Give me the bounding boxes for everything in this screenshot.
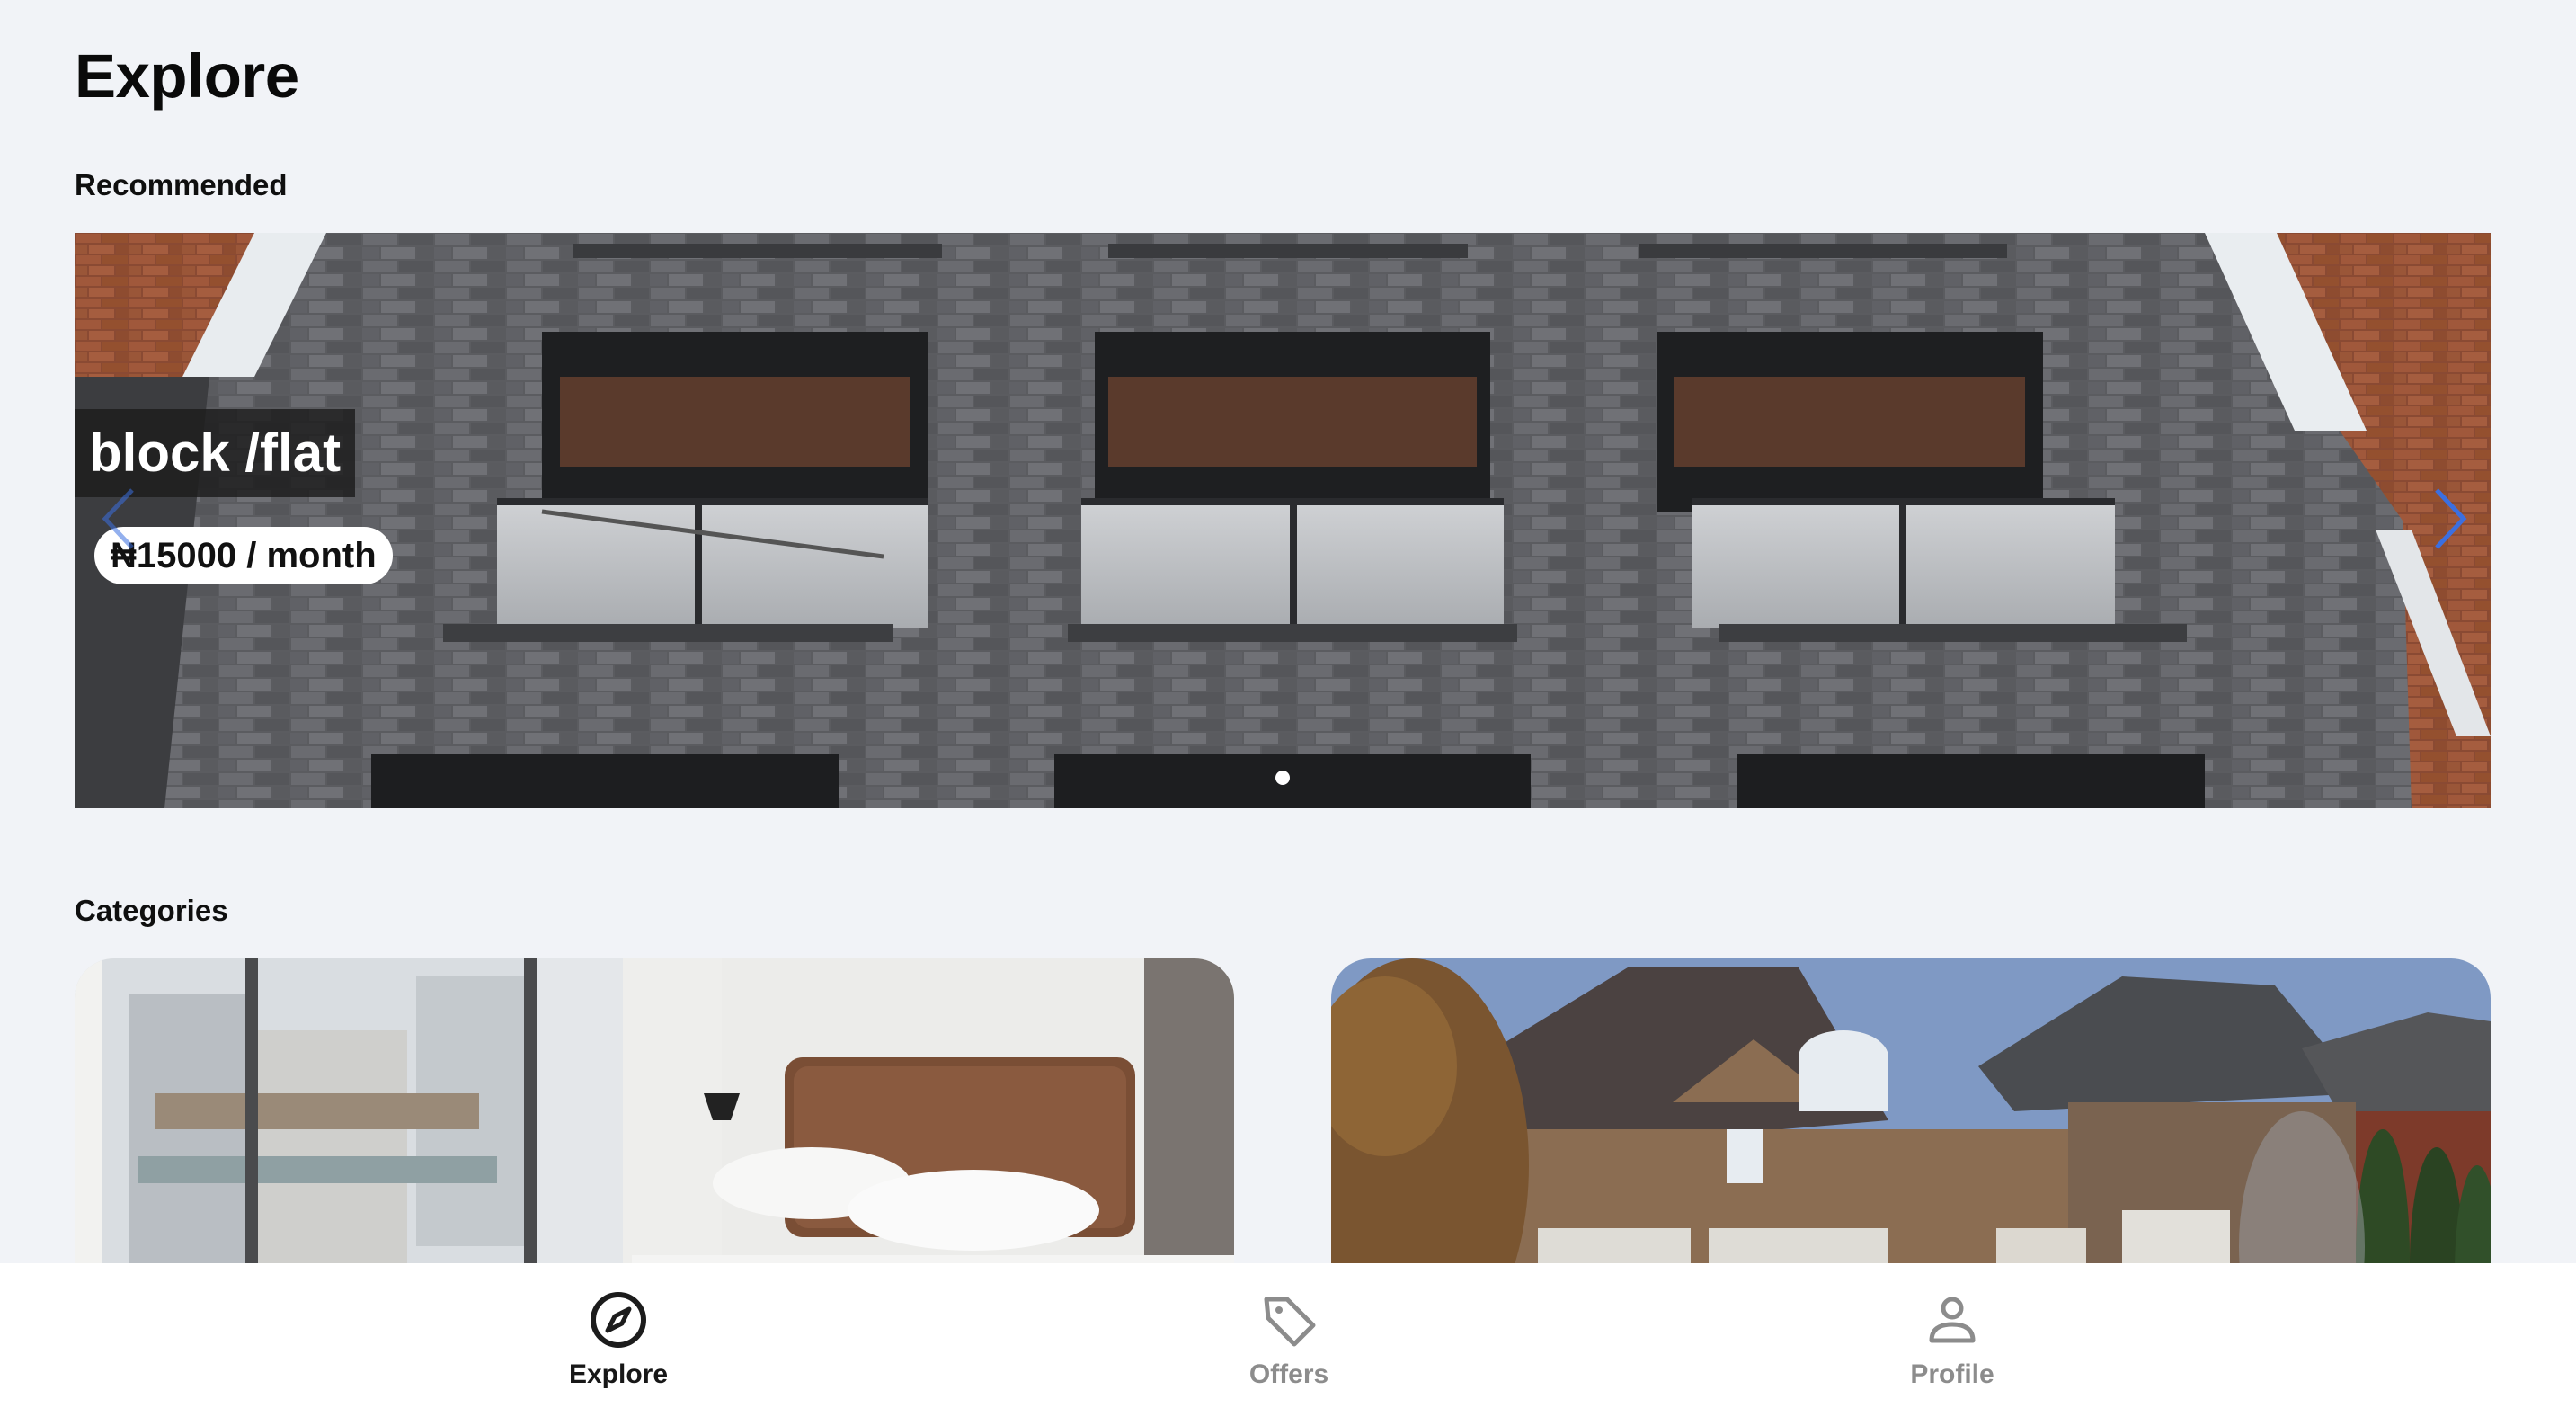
compass-icon: [591, 1292, 646, 1348]
carousel-next-button[interactable]: [2422, 474, 2476, 564]
listing-photo-brick-building[interactable]: [75, 233, 2491, 808]
carousel-pagination: [75, 771, 2491, 785]
recommended-carousel[interactable]: block /flat ₦15000 / month: [75, 233, 2491, 808]
tag-icon: [1264, 1297, 1316, 1347]
nav-item-explore[interactable]: Explore: [475, 1263, 762, 1417]
nav-item-offers[interactable]: Offers: [1145, 1263, 1433, 1417]
chevron-right-icon: [2435, 488, 2467, 549]
person-icon: [1929, 1297, 1976, 1343]
chevron-left-icon: [102, 488, 134, 549]
carousel-dot-active[interactable]: [1275, 771, 1290, 785]
nav-item-profile[interactable]: Profile: [1808, 1263, 2096, 1417]
page-title: Explore: [75, 41, 299, 111]
bottom-navigation: Explore Offers Profile: [0, 1263, 2576, 1417]
nav-label-profile: Profile: [1910, 1359, 1994, 1389]
categories-heading: Categories: [75, 894, 228, 927]
explore-screen: Explore Recommended block /flat ₦15000 /…: [0, 0, 2576, 1417]
carousel-prev-button[interactable]: [93, 474, 147, 564]
nav-label-offers: Offers: [1248, 1359, 1329, 1389]
nav-label-explore: Explore: [568, 1359, 669, 1389]
recommended-heading: Recommended: [75, 168, 288, 201]
